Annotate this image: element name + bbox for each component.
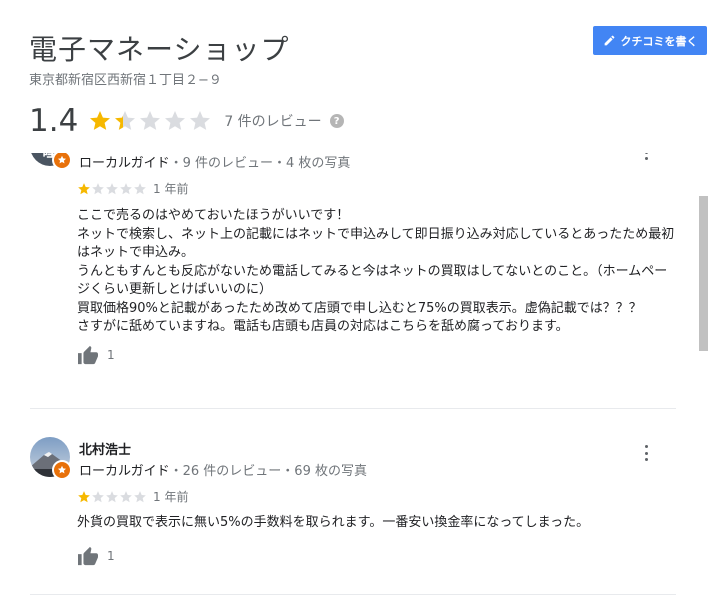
star-icon bbox=[78, 491, 90, 503]
review-text-line: ジくらい更新しとけばいいのに） bbox=[77, 282, 273, 297]
divider bbox=[30, 408, 676, 409]
place-title: 電子マネーショップ bbox=[29, 33, 290, 66]
reviewer-role: ローカルガイド bbox=[79, 156, 170, 171]
review-text: ここで売るのはやめておいたほうがいいです！ ネットで検索し、ネット上の記載にはネ… bbox=[77, 207, 682, 337]
rating-summary: 1.4 7 件のレビュー ? bbox=[29, 103, 344, 139]
more-options-icon[interactable] bbox=[640, 445, 652, 461]
thumbs-up-icon bbox=[78, 345, 98, 365]
like-button[interactable]: 1 bbox=[77, 546, 115, 566]
review-text-line: はネットで申込み。 bbox=[77, 245, 195, 260]
review-count-link[interactable]: 7 件のレビュー bbox=[224, 111, 321, 131]
like-count: 1 bbox=[107, 348, 115, 362]
review-time: 1 年前 bbox=[153, 182, 189, 196]
reviewer-role: ローカルガイド bbox=[79, 464, 170, 479]
scrollbar-thumb[interactable] bbox=[699, 196, 708, 351]
star-icon bbox=[90, 111, 111, 130]
star-icon bbox=[134, 491, 146, 503]
help-icon[interactable]: ? bbox=[329, 114, 344, 128]
average-rating: 1.4 bbox=[29, 103, 79, 139]
star-icon bbox=[106, 183, 118, 195]
review-text-line: 買取価格90%と記載があったため改めて店頭で申し込むと75%の買取表示。虚偽記載… bbox=[77, 300, 642, 316]
star-icon bbox=[78, 183, 90, 195]
reviewer-meta: ローカルガイド・26 件のレビュー・69 枚の写真 bbox=[79, 460, 367, 479]
star-icon bbox=[92, 491, 104, 503]
average-stars bbox=[88, 109, 212, 133]
review-text: 外貨の買取で表示に無い5%の手数料を取られます。一番安い換金率になってしまった。 bbox=[77, 514, 682, 533]
star-icon bbox=[120, 183, 132, 195]
star-icon bbox=[92, 183, 104, 195]
reviewer-stats: ・26 件のレビュー・69 枚の写真 bbox=[169, 464, 367, 479]
star-icon bbox=[134, 183, 146, 195]
star-icon bbox=[190, 111, 211, 130]
review-text-line: うんともすんとも反応がないため電話してみると今はネットの買取はしてないとのこと。… bbox=[77, 263, 668, 279]
reviewer-name[interactable]: 北村浩士 bbox=[79, 439, 131, 458]
review-text-line: さすがに舐めていますね。電話も店頭も店員の対応はこちらを舐め腐っております。 bbox=[77, 319, 569, 334]
review-stars bbox=[77, 490, 147, 504]
review-text-line: ここで売るのはやめておいたほうがいいです！ bbox=[77, 208, 350, 223]
star-icon bbox=[140, 111, 161, 130]
place-address: 東京都新宿区西新宿１丁目２−９ bbox=[29, 73, 222, 88]
review-text-line: ネットで検索し、ネット上の記載にはネットで申込みして即日振り込み対応しているとあ… bbox=[77, 226, 675, 242]
like-button[interactable]: 1 bbox=[77, 345, 115, 365]
reviewer-meta: ローカルガイド・9 件のレビュー・4 枚の写真 bbox=[79, 153, 350, 171]
review-stars bbox=[77, 182, 147, 196]
local-guide-badge-icon bbox=[52, 460, 72, 480]
reviewer-stats: ・9 件のレビュー・4 枚の写真 bbox=[169, 156, 351, 171]
review-time: 1 年前 bbox=[153, 490, 189, 504]
review-list[interactable]: 瞳 ローカルガイド・9 件のレビュー・4 枚の写真 1 年前 ここで売るのはやめ… bbox=[0, 153, 697, 613]
divider bbox=[30, 594, 676, 595]
like-count: 1 bbox=[107, 549, 115, 563]
star-icon bbox=[115, 111, 136, 130]
star-icon bbox=[106, 491, 118, 503]
pencil-icon bbox=[604, 35, 614, 46]
star-icon bbox=[165, 111, 186, 130]
write-review-button[interactable]: クチコミを書く bbox=[593, 26, 707, 55]
review-text-line: 外貨の買取で表示に無い5%の手数料を取られます。一番安い換金率になってしまった。 bbox=[77, 515, 590, 530]
star-icon bbox=[120, 491, 132, 503]
more-options-icon[interactable] bbox=[640, 153, 652, 160]
local-guide-badge-icon bbox=[52, 153, 72, 170]
thumbs-up-icon bbox=[78, 546, 98, 566]
write-review-label: クチコミを書く bbox=[620, 34, 698, 48]
